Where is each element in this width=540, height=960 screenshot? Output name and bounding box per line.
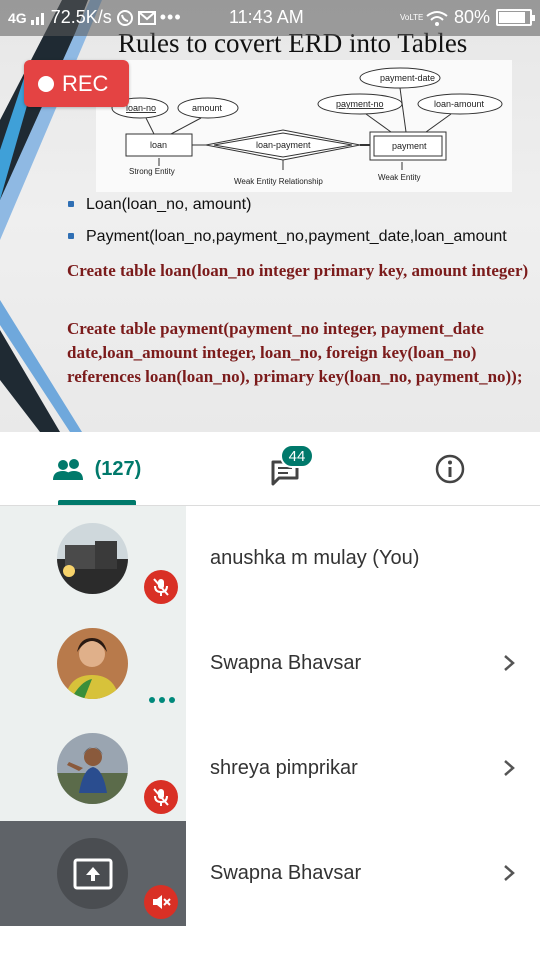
chat-badge: 44 bbox=[280, 444, 314, 468]
mic-off-icon bbox=[144, 570, 178, 604]
avatar bbox=[57, 733, 128, 804]
chevron-right-icon[interactable] bbox=[500, 653, 518, 673]
sql-create-loan: Create table loan(loan_no integer primar… bbox=[67, 261, 529, 280]
recording-badge: REC bbox=[24, 60, 129, 107]
mic-off-icon bbox=[144, 780, 178, 814]
volume-off-icon bbox=[144, 885, 178, 919]
battery-percent: 80% bbox=[453, 7, 490, 27]
speaking-indicator-icon bbox=[148, 691, 176, 709]
status-left: 4G 72.5K/s ••• bbox=[8, 7, 182, 28]
avatar-image bbox=[57, 628, 128, 699]
rec-label: REC bbox=[62, 70, 109, 96]
meet-app: Rules to covert ERD into Tables loan-no … bbox=[0, 0, 540, 960]
people-count: (127) bbox=[94, 457, 142, 480]
signal-icon bbox=[30, 12, 44, 25]
attr-loan-amount: loan-amount bbox=[434, 99, 485, 109]
network-label: 4G bbox=[8, 9, 27, 26]
battery-icon bbox=[496, 9, 535, 26]
chevron-right-icon[interactable] bbox=[500, 758, 518, 778]
presenting-avatar bbox=[57, 838, 128, 909]
attr-payment-date: payment-date bbox=[380, 73, 435, 83]
avatar bbox=[57, 628, 128, 699]
status-bar: 4G 72.5K/s ••• 11:43 AM VoLTE 80% bbox=[0, 0, 540, 36]
bullet-payment: Payment(loan_no,payment_no,payment_date,… bbox=[66, 228, 540, 246]
participant-row[interactable]: anushka m mulay (You) bbox=[0, 506, 540, 611]
participant-row[interactable]: Swapna Bhavsar bbox=[0, 611, 540, 716]
wifi-icon bbox=[426, 10, 448, 26]
avatar-image bbox=[57, 733, 128, 804]
meeting-tabs: (127) 44 bbox=[0, 432, 540, 506]
record-dot-icon bbox=[38, 75, 54, 92]
participant-row[interactable]: Swapna Bhavsar bbox=[0, 821, 540, 926]
whatsapp-icon bbox=[116, 9, 133, 26]
caption-weak-relationship: Weak Entity Relationship bbox=[234, 177, 323, 186]
volte-icon: VoLTE bbox=[399, 12, 424, 22]
avatar bbox=[57, 523, 128, 594]
caption-weak-entity: Weak Entity bbox=[378, 173, 421, 182]
chevron-right-icon[interactable] bbox=[500, 863, 518, 883]
participant-name: shreya pimprikar bbox=[210, 757, 358, 779]
bullet-loan: Loan(loan_no, amount) bbox=[66, 196, 540, 214]
participant-name: Swapna Bhavsar bbox=[210, 862, 362, 884]
relationship-loan-payment: loan-payment bbox=[256, 140, 311, 150]
tab-people[interactable]: (127) bbox=[42, 432, 152, 506]
slide-bullets: Loan(loan_no, amount) Payment(loan_no,pa… bbox=[66, 196, 540, 260]
entity-loan: loan bbox=[150, 140, 167, 150]
attr-loan-no: loan-no bbox=[126, 103, 156, 113]
participant-name: Swapna Bhavsar bbox=[210, 652, 362, 674]
people-icon bbox=[52, 459, 83, 480]
attr-amount: amount bbox=[192, 103, 223, 113]
caption-strong-entity: Strong Entity bbox=[129, 167, 175, 176]
entity-payment: payment bbox=[392, 141, 427, 151]
mail-icon bbox=[137, 10, 156, 25]
tab-info[interactable] bbox=[428, 432, 472, 506]
attr-payment-no: payment-no bbox=[336, 99, 384, 109]
info-icon bbox=[435, 454, 465, 484]
tab-chat[interactable]: 44 bbox=[250, 432, 320, 506]
avatar-image bbox=[57, 523, 128, 594]
status-right: VoLTE 80% bbox=[399, 7, 535, 28]
sql-create-payment: Create table payment(payment_no integer,… bbox=[67, 319, 523, 386]
participant-name: anushka m mulay (You) bbox=[210, 547, 420, 569]
active-tab-indicator bbox=[58, 500, 136, 505]
participant-row[interactable]: shreya pimprikar bbox=[0, 716, 540, 821]
clock: 11:43 AM bbox=[229, 7, 304, 27]
net-speed: 72.5K/s bbox=[50, 7, 112, 27]
erd-diagram: loan-no amount loan Strong Entity loan-p… bbox=[96, 60, 512, 192]
participant-list: anushka m mulay (You) Swapna Bhavsar shr… bbox=[0, 506, 540, 960]
more-notifications-icon: ••• bbox=[159, 7, 182, 27]
present-screen-icon bbox=[73, 858, 112, 889]
